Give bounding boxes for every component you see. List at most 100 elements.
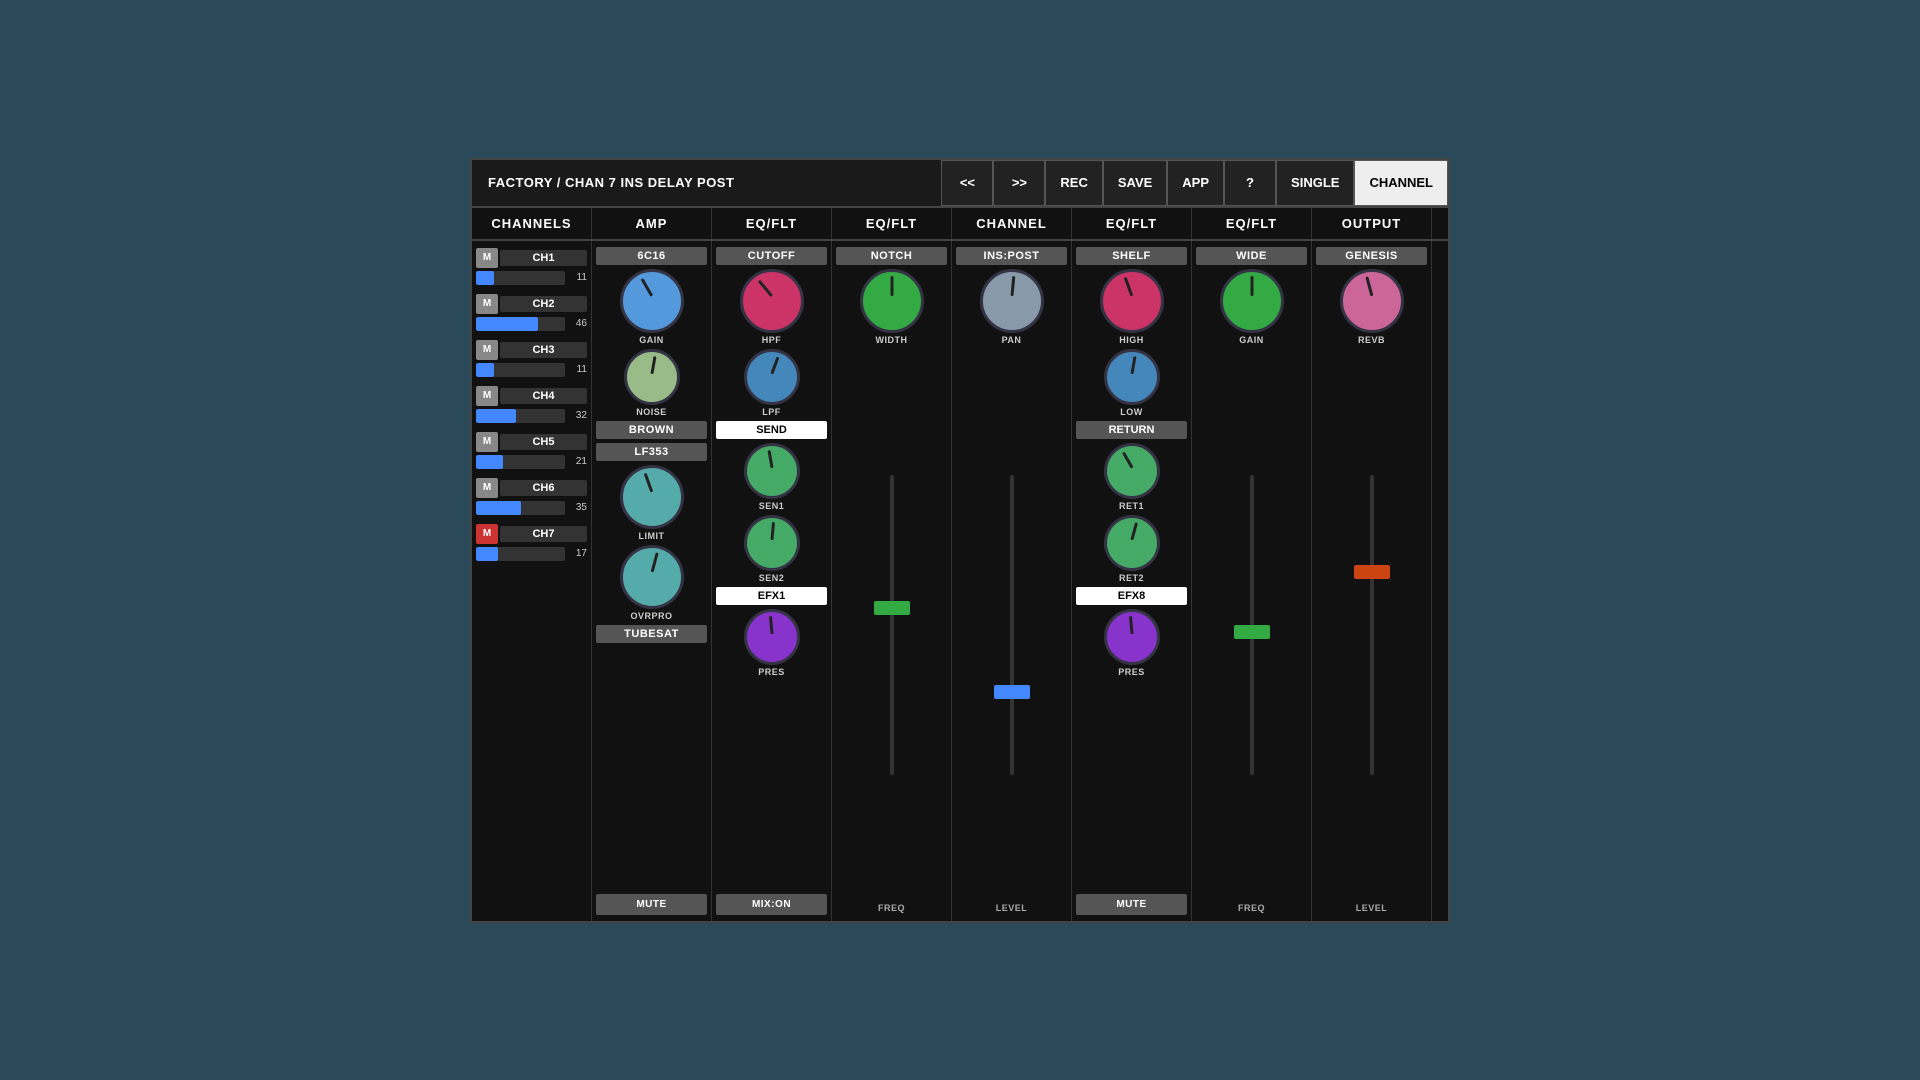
- sen2-knob[interactable]: [744, 515, 800, 571]
- amp-preset2[interactable]: BROWN: [596, 421, 707, 439]
- channel-item-ch5: MCH5: [476, 432, 587, 452]
- fader-bg-ch7[interactable]: [476, 547, 565, 561]
- eq-flt2-fader-section: FREQ: [836, 349, 947, 915]
- lpf-label: LPF: [762, 407, 781, 417]
- sen2-knob-wrap: SEN2: [744, 515, 800, 583]
- pan-knob[interactable]: [980, 269, 1044, 333]
- notch-preset[interactable]: NOTCH: [836, 247, 947, 265]
- single-button[interactable]: SINGLE: [1276, 160, 1354, 206]
- width-knob[interactable]: [860, 269, 924, 333]
- save-button[interactable]: SAVE: [1103, 160, 1167, 206]
- amp-mute-button[interactable]: MUTE: [596, 894, 707, 915]
- lpf-knob[interactable]: [744, 349, 800, 405]
- fader-bg-ch6[interactable]: [476, 501, 565, 515]
- fader-row-ch3: 11: [476, 363, 587, 377]
- fader-bg-ch5[interactable]: [476, 455, 565, 469]
- mute-btn-ch1[interactable]: M: [476, 248, 498, 268]
- help-button[interactable]: ?: [1224, 160, 1276, 206]
- fader-bg-ch4[interactable]: [476, 409, 565, 423]
- freq-fader-handle[interactable]: [874, 601, 910, 615]
- inspost-preset[interactable]: INS:POST: [956, 247, 1067, 265]
- header-eq-flt2: EQ/FLT: [832, 208, 952, 239]
- app-button[interactable]: APP: [1167, 160, 1224, 206]
- mixon-button[interactable]: MIX:ON: [716, 894, 827, 915]
- mute-btn-ch2[interactable]: M: [476, 294, 498, 314]
- mute-btn-ch5[interactable]: M: [476, 432, 498, 452]
- revb-knob[interactable]: [1340, 269, 1404, 333]
- gain-knob[interactable]: [620, 269, 684, 333]
- fader-fill-ch2: [476, 317, 538, 331]
- fader-bg-ch1[interactable]: [476, 271, 565, 285]
- ovrpro-knob[interactable]: [620, 545, 684, 609]
- fader-fill-ch3: [476, 363, 494, 377]
- wide-preset[interactable]: WIDE: [1196, 247, 1307, 265]
- channel-fader-section: LEVEL: [956, 349, 1067, 915]
- low-knob[interactable]: [1104, 349, 1160, 405]
- pres3-knob[interactable]: [1104, 609, 1160, 665]
- efx1-label: EFX1: [716, 587, 827, 605]
- fader-row-ch5: 21: [476, 455, 587, 469]
- fader-val-ch6: 35: [569, 502, 587, 513]
- gain4-label: GAIN: [1239, 335, 1264, 345]
- output-fader-section: LEVEL: [1316, 349, 1427, 915]
- channel-label-ch3: CH3: [500, 342, 587, 358]
- sen1-knob[interactable]: [744, 443, 800, 499]
- amp-preset3[interactable]: LF353: [596, 443, 707, 461]
- pres3-label: PRES: [1118, 667, 1145, 677]
- gain4-knob[interactable]: [1220, 269, 1284, 333]
- amp-preset[interactable]: 6C16: [596, 247, 707, 265]
- eq-flt4-fader-label: FREQ: [1238, 901, 1265, 915]
- ret2-knob-wrap: RET2: [1104, 515, 1160, 583]
- channel-label-ch6: CH6: [500, 480, 587, 496]
- genesis-preset[interactable]: GENESIS: [1316, 247, 1427, 265]
- limit-knob[interactable]: [620, 465, 684, 529]
- hpf-knob[interactable]: [740, 269, 804, 333]
- noise-knob-wrap: NOISE: [624, 349, 680, 417]
- eq-flt3-mute-button[interactable]: MUTE: [1076, 894, 1187, 915]
- section-headers: CHANNELS AMP EQ/FLT EQ/FLT CHANNEL EQ/FL…: [472, 208, 1448, 241]
- freq-fader-track: [890, 475, 894, 775]
- pan-label: PAN: [1002, 335, 1022, 345]
- channel-list: MCH111MCH246MCH311MCH432MCH521MCH635MCH7…: [472, 241, 592, 921]
- channel-item-ch3: MCH3: [476, 340, 587, 360]
- header-eq-flt4: EQ/FLT: [1192, 208, 1312, 239]
- hpf-knob-wrap: HPF: [740, 269, 804, 345]
- mute-btn-ch3[interactable]: M: [476, 340, 498, 360]
- amp-preset4[interactable]: TUBESAT: [596, 625, 707, 643]
- fader-val-ch5: 21: [569, 456, 587, 467]
- header-output: OUTPUT: [1312, 208, 1432, 239]
- channel-item-ch2: MCH2: [476, 294, 587, 314]
- main-content: MCH111MCH246MCH311MCH432MCH521MCH635MCH7…: [472, 241, 1448, 921]
- level-fader-handle[interactable]: [994, 685, 1030, 699]
- preset-label: FACTORY / CHAN 7 INS DELAY POST: [472, 175, 941, 190]
- mute-btn-ch6[interactable]: M: [476, 478, 498, 498]
- mute-btn-ch4[interactable]: M: [476, 386, 498, 406]
- output-fader-handle[interactable]: [1354, 565, 1390, 579]
- eq-flt1-column: CUTOFF HPF LPF SEND SEN1: [712, 241, 832, 921]
- channel-button[interactable]: CHANNEL: [1354, 160, 1448, 206]
- mute-btn-ch7[interactable]: M: [476, 524, 498, 544]
- fader-bg-ch3[interactable]: [476, 363, 565, 377]
- channel-label-ch4: CH4: [500, 388, 587, 404]
- noise-label: NOISE: [636, 407, 667, 417]
- shelf-preset[interactable]: SHELF: [1076, 247, 1187, 265]
- header-amp: AMP: [592, 208, 712, 239]
- next-button[interactable]: >>: [993, 160, 1045, 206]
- ret1-knob[interactable]: [1104, 443, 1160, 499]
- ovrpro-label: OVRPRO: [630, 611, 672, 621]
- fader-fill-ch7: [476, 547, 498, 561]
- fader-bg-ch2[interactable]: [476, 317, 565, 331]
- eq-flt2-column: NOTCH WIDTH FREQ: [832, 241, 952, 921]
- noise-knob[interactable]: [624, 349, 680, 405]
- ret2-knob[interactable]: [1104, 515, 1160, 571]
- sen1-label: SEN1: [759, 501, 785, 511]
- fader-val-ch4: 32: [569, 410, 587, 421]
- eq-flt4-fader-handle[interactable]: [1234, 625, 1270, 639]
- freq-fader-label: FREQ: [878, 901, 905, 915]
- revb-label: REVB: [1358, 335, 1385, 345]
- rec-button[interactable]: REC: [1045, 160, 1102, 206]
- pres1-knob[interactable]: [744, 609, 800, 665]
- prev-button[interactable]: <<: [941, 160, 993, 206]
- high-knob[interactable]: [1100, 269, 1164, 333]
- cutoff-preset[interactable]: CUTOFF: [716, 247, 827, 265]
